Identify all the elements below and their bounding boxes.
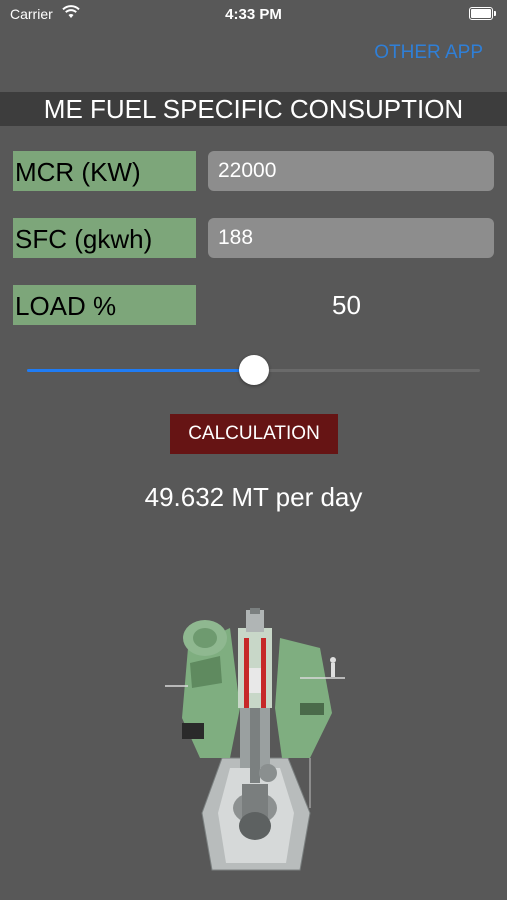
- other-app-link[interactable]: OTHER APP: [374, 42, 483, 64]
- slider-thumb[interactable]: [238, 355, 269, 385]
- slider-fill: [27, 369, 254, 372]
- calculation-button[interactable]: CALCULATION: [170, 414, 338, 454]
- engine-image: [165, 608, 345, 871]
- sfc-label: SFC (gkwh): [13, 218, 196, 258]
- battery-icon: [469, 7, 496, 20]
- status-bar: Carrier 4:33 PM: [0, 0, 507, 28]
- sfc-input[interactable]: 188: [208, 218, 494, 258]
- load-slider[interactable]: [27, 352, 480, 388]
- load-label: LOAD %: [13, 285, 196, 325]
- result-text: 49.632 MT per day: [144, 482, 363, 512]
- mcr-input[interactable]: 22000: [208, 151, 494, 191]
- load-value: 50: [332, 290, 361, 320]
- page-title: ME FUEL SPECIFIC CONSUPTION: [0, 92, 507, 126]
- status-time: 4:33 PM: [225, 6, 282, 23]
- mcr-label: MCR (KW): [13, 151, 196, 191]
